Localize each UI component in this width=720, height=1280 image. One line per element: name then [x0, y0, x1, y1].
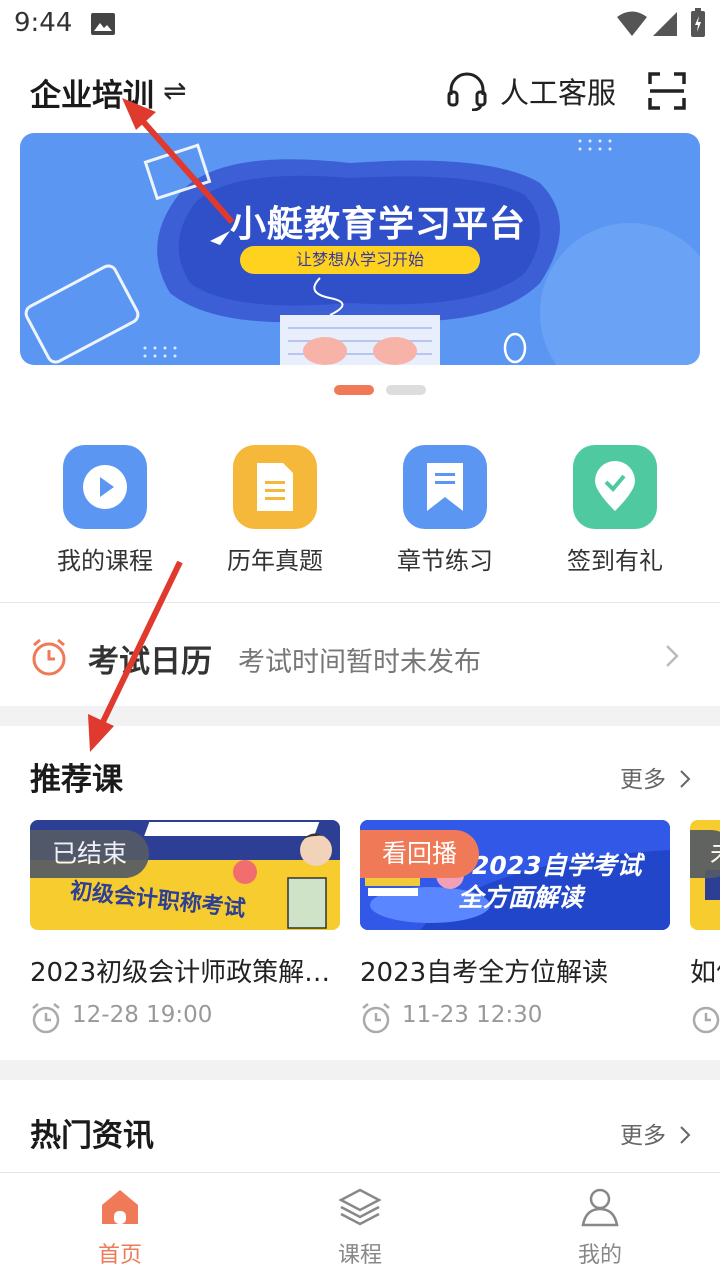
more-label: 更多 [620, 767, 666, 793]
course-card[interactable]: 初级会计职称考试 已结束 2023初级会计师政策解… 12-28 19:00 [30, 820, 340, 1040]
headset-icon [447, 72, 487, 111]
pagination-dot-active [334, 385, 374, 395]
document-icon [233, 445, 317, 529]
course-title: 2023自考全方位解读 [360, 958, 609, 988]
scan-icon[interactable] [648, 72, 686, 110]
customer-service-button[interactable]: 人工客服 [446, 70, 616, 112]
thumb-text-line2: 全方面解读 [458, 883, 584, 912]
quick-entry-label: 签到有礼 [567, 547, 663, 575]
chevron-right-icon [680, 1126, 691, 1144]
image-notification-icon [91, 13, 115, 35]
course-title: 2023初级会计师政策解… [30, 958, 331, 988]
status-time: 9:44 [14, 8, 73, 38]
recommended-more-link[interactable]: 更多 [620, 760, 691, 794]
pagination-dot [386, 385, 426, 395]
nav-label: 首页 [97, 1243, 142, 1268]
user-icon [581, 1188, 619, 1227]
chevron-right-icon [666, 645, 679, 667]
section-gap [0, 1060, 720, 1080]
wifi-icon [617, 11, 647, 36]
timer-icon [32, 638, 66, 676]
nav-profile[interactable]: 我的 [540, 1187, 660, 1269]
chevron-right-icon [680, 770, 691, 788]
nav-courses[interactable]: 课程 [300, 1187, 420, 1269]
quick-entry-my-courses[interactable]: 我的课程 [40, 445, 170, 576]
clock-icon [362, 1003, 390, 1034]
hot-news-title: 热门资讯 [30, 1118, 154, 1154]
thumb-text-line1: 2023自学考试 [472, 851, 642, 880]
status-badge: 看回播 [360, 830, 480, 878]
course-time: 11-23 12:30 [402, 1002, 543, 1028]
nav-label: 课程 [337, 1243, 382, 1268]
status-badge: 未 [690, 830, 720, 878]
more-label: 更多 [620, 1123, 666, 1149]
recommended-title: 推荐课 [30, 762, 123, 798]
clock-icon [692, 1006, 720, 1034]
exam-calendar-title: 考试日历 [88, 644, 212, 680]
checkin-icon [573, 445, 657, 529]
org-title[interactable]: 企业培训 [30, 70, 154, 115]
nav-label: 我的 [577, 1243, 622, 1268]
status-bar: 9:44 [0, 0, 720, 48]
quick-entry-label: 章节练习 [397, 547, 493, 575]
customer-service-label: 人工客服 [500, 76, 617, 110]
home-icon [102, 1190, 138, 1224]
course-time: 12-28 19:00 [72, 1002, 213, 1028]
quick-entry-label: 我的课程 [57, 547, 153, 575]
course-card[interactable]: 2023自学考试 全方面解读 看回播 2023自考全方位解读 11-23 12:… [360, 820, 670, 1040]
course-card[interactable]: 未 如何 [690, 820, 720, 1040]
banner-slogan: 让梦想从学习开始 [240, 246, 480, 274]
section-gap [0, 706, 720, 726]
quick-entry-chapter-practice[interactable]: 章节练习 [380, 445, 510, 576]
quick-entry-label: 历年真题 [227, 547, 323, 575]
exam-calendar-desc: 考试时间暂时未发布 [238, 647, 481, 678]
quick-entry-checkin-gift[interactable]: 签到有礼 [550, 445, 680, 576]
app-screen: 9:44 企业培训 ⇌ 人工客服 小艇教育学习平台 让梦想从学习开始 我的课程 … [0, 0, 720, 1280]
hot-news-more-link[interactable]: 更多 [620, 1116, 691, 1150]
course-title: 如何 [690, 958, 720, 988]
nav-home[interactable]: 首页 [60, 1187, 180, 1269]
promo-banner[interactable]: 小艇教育学习平台 让梦想从学习开始 [20, 133, 700, 365]
bookmark-icon [403, 445, 487, 529]
switch-org-icon[interactable]: ⇌ [163, 74, 186, 107]
cellular-icon [653, 12, 677, 36]
clock-icon [32, 1003, 60, 1034]
status-badge: 已结束 [30, 830, 150, 878]
bottom-nav: 首页 课程 我的 [0, 1172, 720, 1280]
quick-entry-past-exams[interactable]: 历年真题 [210, 445, 340, 576]
battery-icon [691, 8, 705, 37]
banner-title: 小艇教育学习平台 [230, 204, 527, 245]
layers-icon [338, 1188, 382, 1226]
play-icon [63, 445, 147, 529]
